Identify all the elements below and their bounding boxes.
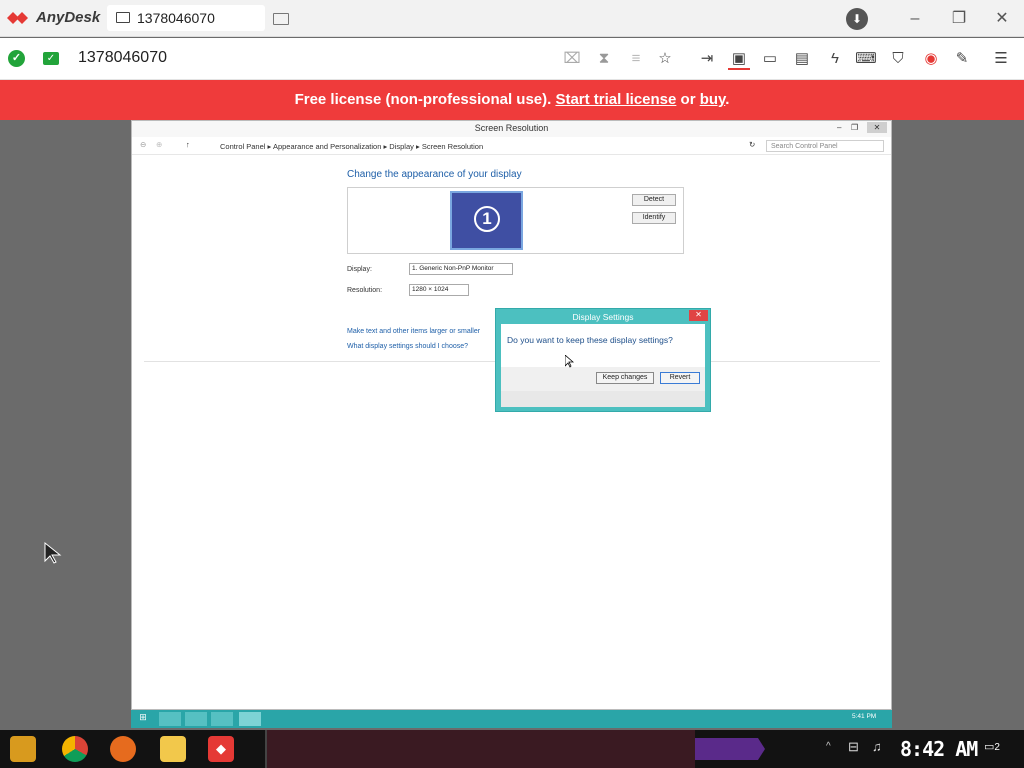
session-tab-label: 1378046070 xyxy=(137,10,215,26)
file-transfer-icon[interactable]: ⇥ xyxy=(696,48,718,70)
taskbar-clock[interactable]: 8:42 AM xyxy=(900,737,978,761)
firefox-icon[interactable] xyxy=(110,736,136,762)
network-icon[interactable]: ⊟ xyxy=(848,739,859,755)
volume-icon[interactable]: ♫ xyxy=(872,739,882,754)
resolution-label: Resolution: xyxy=(347,287,383,294)
favorite-icon[interactable]: ☆ xyxy=(654,48,676,70)
new-session-icon[interactable] xyxy=(273,13,289,25)
monitor-number: 1 xyxy=(474,206,500,232)
chat-icon[interactable]: ▤ xyxy=(791,48,813,70)
dialog-title: Display Settings xyxy=(572,312,634,322)
record-icon[interactable]: ◉ xyxy=(920,48,942,70)
monitor-icon xyxy=(116,12,130,23)
remote-window-title-text: Screen Resolution xyxy=(474,123,549,133)
remote-anydesk-icon[interactable] xyxy=(211,712,233,726)
anydesk-taskbar-icon[interactable]: ◆ xyxy=(208,736,234,762)
actions-icon[interactable]: ϟ xyxy=(824,48,846,70)
shield-icon[interactable]: ⛉ xyxy=(887,48,909,70)
app-name: AnyDesk xyxy=(36,9,101,26)
local-cursor-icon xyxy=(44,541,62,564)
close-button[interactable]: ✕ xyxy=(989,8,1015,30)
dialog-body: Do you want to keep these display settin… xyxy=(501,324,705,391)
remote-close-button[interactable]: ✕ xyxy=(867,122,887,133)
anydesk-titlebar: AnyDesk 1378046070 ⬇ – ❐ ✕ xyxy=(0,0,1024,37)
chrome-icon[interactable] xyxy=(62,736,88,762)
session-toolbar: ✓ ✓ 1378046070 ⌧ ⧗ ≡ ☆ ⇥ ▣ ▭ ▤ ϟ ⌨ ⛉ ◉ ✎… xyxy=(0,38,1024,80)
start-trial-link[interactable]: Start trial license xyxy=(555,91,676,108)
forward-icon[interactable]: ⊕ xyxy=(156,140,162,149)
remote-taskbar: ⊞ xyxy=(131,710,892,728)
license-text: Free license (non-professional use). xyxy=(294,91,556,108)
buy-link[interactable]: buy xyxy=(700,91,726,108)
license-or: or xyxy=(676,91,700,108)
search-input[interactable]: Search Control Panel xyxy=(766,140,884,152)
remote-clock: 5:41 PM xyxy=(852,713,877,720)
monitor-select-icon[interactable]: ▣ xyxy=(728,48,750,70)
remote-start-icon[interactable]: ⊞ xyxy=(135,712,151,726)
database-icon[interactable]: ≡ xyxy=(625,48,647,70)
privacy-icon[interactable]: ⌧ xyxy=(561,48,583,70)
remote-address-bar: ⊖ ⊕ ↑ Control Panel ▸ Appearance and Per… xyxy=(132,137,891,155)
detect-button[interactable]: Detect xyxy=(632,194,676,206)
keyboard-icon[interactable]: ⌨ xyxy=(855,48,877,70)
minimize-button[interactable]: – xyxy=(902,8,928,30)
whiteboard-icon[interactable]: ✎ xyxy=(951,48,973,70)
remote-control-panel-icon[interactable] xyxy=(239,712,261,726)
display-select[interactable]: 1. Generic Non-PnP Monitor xyxy=(409,263,513,275)
tray-arrow-icon[interactable]: ^ xyxy=(826,741,831,752)
dialog-question: Do you want to keep these display settin… xyxy=(507,335,673,345)
remote-minimize-button[interactable]: – xyxy=(837,121,841,135)
display-help-link[interactable]: What display settings should I choose? xyxy=(347,343,468,350)
remote-window-title: Screen Resolution – ❐ ✕ xyxy=(132,121,891,137)
taskbar-spacer xyxy=(265,730,695,768)
breadcrumb[interactable]: Control Panel ▸ Appearance and Personali… xyxy=(220,142,483,151)
display-icon[interactable]: ▭ xyxy=(759,48,781,70)
license-suffix: . xyxy=(725,91,730,108)
page-heading: Change the appearance of your display xyxy=(347,169,522,180)
text-size-link[interactable]: Make text and other items larger or smal… xyxy=(347,328,480,335)
keep-changes-button[interactable]: Keep changes xyxy=(596,372,654,384)
dialog-status-area xyxy=(501,391,705,407)
taskbar-decoration xyxy=(695,738,765,760)
permissions-icon[interactable]: ✓ xyxy=(43,52,59,65)
monitor-1-icon[interactable]: 1 xyxy=(450,191,523,250)
refresh-icon[interactable]: ↻ xyxy=(749,140,755,149)
up-icon[interactable]: ↑ xyxy=(186,140,190,149)
display-settings-dialog: Display Settings ✕ Do you want to keep t… xyxy=(495,308,711,412)
back-icon[interactable]: ⊖ xyxy=(140,140,146,149)
file-explorer-icon[interactable] xyxy=(160,736,186,762)
download-icon[interactable]: ⬇ xyxy=(846,8,868,30)
connection-status-icon: ✓ xyxy=(8,50,25,67)
dialog-close-button[interactable]: ✕ xyxy=(689,310,708,321)
remote-restore-button[interactable]: ❐ xyxy=(851,121,858,135)
resolution-select[interactable]: 1280 × 1024 xyxy=(409,284,469,296)
notification-count: 2 xyxy=(994,742,1000,753)
identify-button[interactable]: Identify xyxy=(632,212,676,224)
restore-button[interactable]: ❐ xyxy=(946,8,972,30)
remote-chrome-icon[interactable] xyxy=(185,712,207,726)
anydesk-logo-icon xyxy=(7,12,28,24)
hourglass-icon[interactable]: ⧗ xyxy=(593,48,615,70)
remote-explorer-icon[interactable] xyxy=(159,712,181,726)
notifications-icon[interactable]: ▭2 xyxy=(984,740,1008,760)
revert-button[interactable]: Revert xyxy=(660,372,700,384)
menu-icon[interactable]: ☰ xyxy=(990,48,1012,70)
remote-screen[interactable]: Screen Resolution – ❐ ✕ ⊖ ⊕ ↑ Control Pa… xyxy=(131,120,892,710)
license-banner: Free license (non-professional use). Sta… xyxy=(0,80,1024,120)
remote-cursor-icon xyxy=(565,355,574,368)
session-tab[interactable]: 1378046070 xyxy=(107,5,265,31)
dialog-footer: Keep changes Revert xyxy=(501,367,705,391)
remote-address: 1378046070 xyxy=(78,49,167,66)
start-icon[interactable] xyxy=(10,736,36,762)
display-label: Display: xyxy=(347,266,372,273)
